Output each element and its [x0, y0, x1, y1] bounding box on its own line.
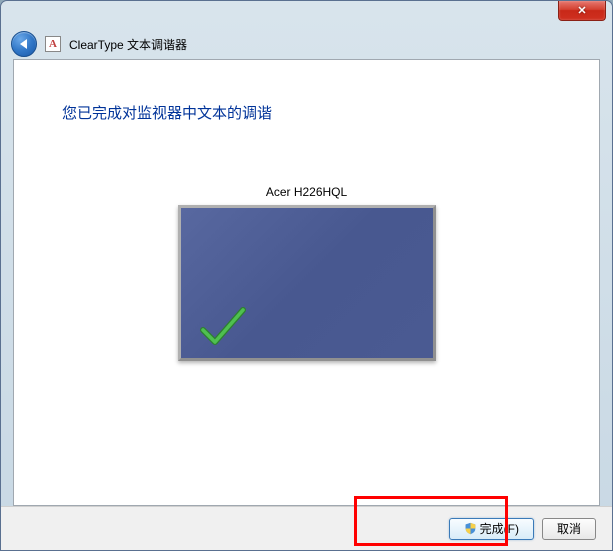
- back-arrow-icon: [20, 39, 27, 49]
- monitor-preview: [178, 205, 436, 361]
- window-title: ClearType 文本调谐器: [69, 36, 187, 53]
- finish-button[interactable]: 完成(F): [449, 518, 534, 540]
- page-heading: 您已完成对监视器中文本的调谐: [14, 60, 599, 123]
- cancel-button-label: 取消: [557, 520, 581, 537]
- close-button[interactable]: ✕: [558, 1, 606, 21]
- monitor-name-label: Acer H226HQL: [14, 185, 599, 199]
- close-icon: ✕: [577, 4, 586, 17]
- dialog-window: ✕ A ClearType 文本调谐器 您已完成对监视器中文本的调谐 Acer …: [0, 0, 613, 551]
- app-icon: A: [45, 36, 61, 52]
- shield-icon: [464, 522, 477, 535]
- app-icon-letter: A: [49, 38, 57, 50]
- button-bar: 完成(F) 取消: [1, 506, 612, 550]
- back-button[interactable]: [11, 31, 37, 57]
- finish-button-label: 完成(F): [480, 520, 519, 537]
- content-area: 您已完成对监视器中文本的调谐 Acer H226HQL: [13, 59, 600, 506]
- nav-area: A ClearType 文本调谐器: [1, 29, 612, 59]
- titlebar: ✕: [1, 1, 612, 29]
- checkmark-icon: [199, 306, 247, 348]
- cancel-button[interactable]: 取消: [542, 518, 596, 540]
